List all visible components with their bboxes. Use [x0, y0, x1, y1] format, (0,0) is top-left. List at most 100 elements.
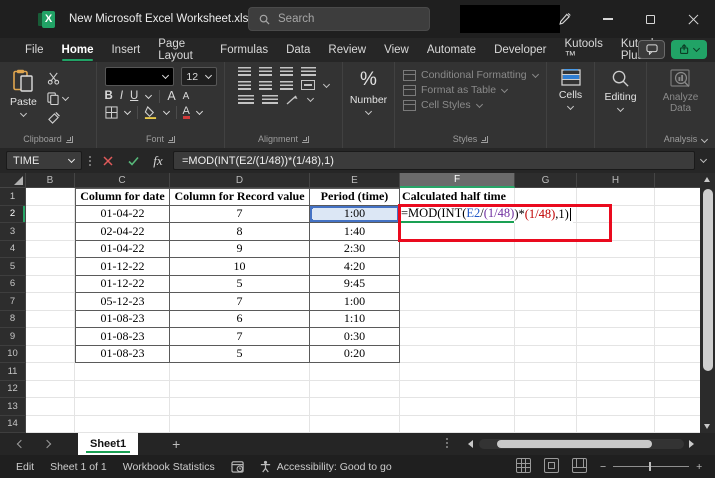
- cell-H9[interactable]: [577, 328, 655, 346]
- cell-B7[interactable]: [26, 293, 75, 311]
- cell-stub13[interactable]: [655, 398, 701, 416]
- cell-H8[interactable]: [577, 311, 655, 329]
- cell-F14[interactable]: [400, 416, 515, 434]
- alignment-dialog-launcher-icon[interactable]: [302, 136, 309, 143]
- font-dialog-launcher-icon[interactable]: [168, 136, 175, 143]
- cell-H6[interactable]: [577, 276, 655, 294]
- cell-D13[interactable]: [170, 398, 310, 416]
- cell-G12[interactable]: [515, 381, 577, 399]
- cell-E4[interactable]: 2:30: [310, 241, 400, 259]
- cell-B6[interactable]: [26, 276, 75, 294]
- cell-stub4[interactable]: [655, 241, 701, 259]
- cell-E14[interactable]: [310, 416, 400, 434]
- cell-H11[interactable]: [577, 363, 655, 381]
- tab-automate[interactable]: Automate: [418, 38, 485, 62]
- cell-D5[interactable]: 10: [170, 258, 310, 276]
- tab-kutools[interactable]: Kutools ™: [556, 38, 612, 62]
- zoom-slider[interactable]: [613, 466, 689, 467]
- row-header-12[interactable]: 12: [0, 381, 26, 399]
- grow-font-button[interactable]: A: [167, 89, 175, 103]
- cell-E3[interactable]: 1:40: [310, 223, 400, 241]
- merge-center-icon[interactable]: [301, 80, 315, 90]
- cell-G5[interactable]: [515, 258, 577, 276]
- cancel-entry-button[interactable]: [98, 151, 118, 170]
- cell-C4[interactable]: 01-04-22: [75, 241, 170, 259]
- select-all-corner[interactable]: [0, 173, 26, 188]
- search-box[interactable]: Search: [248, 7, 430, 31]
- scroll-left-icon[interactable]: [468, 440, 473, 448]
- referenced-cell-E2[interactable]: 1:00: [310, 206, 400, 224]
- align-middle-icon[interactable]: [259, 67, 272, 76]
- font-color-button[interactable]: A: [183, 106, 190, 119]
- cell-B1[interactable]: [26, 188, 75, 206]
- cell-C5[interactable]: 01-12-22: [75, 258, 170, 276]
- cell-stub1[interactable]: [655, 188, 701, 206]
- cell-H5[interactable]: [577, 258, 655, 276]
- horizontal-scrollbar[interactable]: [479, 439, 684, 449]
- cell-stub14[interactable]: [655, 416, 701, 434]
- cell-D4[interactable]: 9: [170, 241, 310, 259]
- scroll-down-icon[interactable]: [704, 424, 710, 429]
- row-header-14[interactable]: 14: [0, 416, 26, 434]
- cut-button[interactable]: [47, 70, 69, 86]
- cell-G6[interactable]: [515, 276, 577, 294]
- column-header-H[interactable]: H: [577, 173, 655, 188]
- horizontal-scrollbar-thumb[interactable]: [497, 440, 652, 448]
- cells-button[interactable]: Cells: [553, 67, 588, 113]
- cell-B12[interactable]: [26, 381, 75, 399]
- cell-D3[interactable]: 8: [170, 223, 310, 241]
- row-header-7[interactable]: 7: [0, 293, 26, 311]
- cell-stub11[interactable]: [655, 363, 701, 381]
- cell-G10[interactable]: [515, 346, 577, 364]
- cell-G4[interactable]: [515, 241, 577, 259]
- zoom-slider-thumb[interactable]: [649, 462, 651, 471]
- styles-item-cell-styles[interactable]: Cell Styles: [403, 99, 539, 111]
- cell-F7[interactable]: [400, 293, 515, 311]
- clipboard-dialog-launcher-icon[interactable]: [66, 136, 73, 143]
- row-header-8[interactable]: 8: [0, 311, 26, 329]
- row-header-4[interactable]: 4: [0, 241, 26, 259]
- cell-D2[interactable]: 7: [170, 206, 310, 224]
- cell-H1[interactable]: [577, 188, 655, 206]
- cell-D7[interactable]: 7: [170, 293, 310, 311]
- wrap-text-icon[interactable]: [301, 67, 316, 76]
- cell-D1[interactable]: Column for Record value: [170, 188, 310, 206]
- cell-C2[interactable]: 01-04-22: [75, 206, 170, 224]
- scrollbar-splitter-icon[interactable]: [446, 438, 448, 448]
- cell-H13[interactable]: [577, 398, 655, 416]
- cell-E12[interactable]: [310, 381, 400, 399]
- cell-E5[interactable]: 4:20: [310, 258, 400, 276]
- align-center-icon[interactable]: [259, 81, 272, 90]
- paste-button[interactable]: Paste: [4, 67, 43, 120]
- row-header-9[interactable]: 9: [0, 328, 26, 346]
- analyze-data-button[interactable]: Analyze Data: [651, 67, 710, 116]
- cell-E1[interactable]: Period (time): [310, 188, 400, 206]
- sheet-tab-sheet1[interactable]: Sheet1: [78, 433, 138, 455]
- cell-C9[interactable]: 01-08-23: [75, 328, 170, 346]
- scroll-up-icon[interactable]: [704, 177, 710, 182]
- cell-D11[interactable]: [170, 363, 310, 381]
- cell-G11[interactable]: [515, 363, 577, 381]
- cell-B9[interactable]: [26, 328, 75, 346]
- column-header-G[interactable]: G: [515, 173, 577, 188]
- cell-D14[interactable]: [170, 416, 310, 434]
- tab-insert[interactable]: Insert: [102, 38, 149, 62]
- cell-E8[interactable]: 1:10: [310, 311, 400, 329]
- cell-F1[interactable]: Calculated half time: [400, 188, 515, 206]
- cell-B10[interactable]: [26, 346, 75, 364]
- column-header-F[interactable]: F: [400, 173, 515, 188]
- styles-item-conditional-formatting[interactable]: Conditional Formatting: [403, 69, 539, 81]
- cell-E9[interactable]: 0:30: [310, 328, 400, 346]
- styles-item-format-as-table[interactable]: Format as Table: [403, 84, 539, 96]
- zoom-in-button[interactable]: +: [696, 461, 702, 473]
- cell-F12[interactable]: [400, 381, 515, 399]
- font-name-combo[interactable]: [105, 67, 175, 86]
- scroll-right-icon[interactable]: [689, 440, 694, 448]
- ink-pen-icon[interactable]: [543, 0, 586, 38]
- cell-C11[interactable]: [75, 363, 170, 381]
- maximize-button[interactable]: [629, 0, 672, 38]
- row-header-3[interactable]: 3: [0, 223, 26, 241]
- accessibility-status[interactable]: Accessibility: Good to go: [277, 461, 392, 473]
- workbook-statistics-button[interactable]: Workbook Statistics: [123, 461, 215, 473]
- cell-G8[interactable]: [515, 311, 577, 329]
